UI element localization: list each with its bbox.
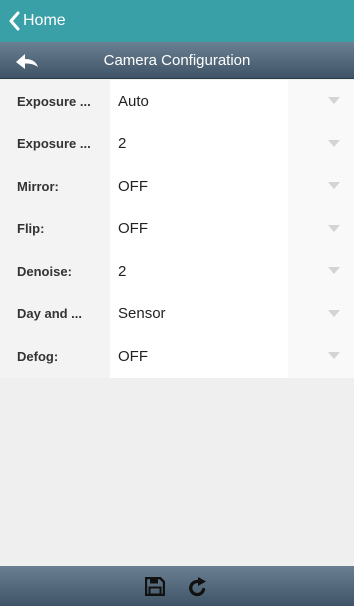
- select-shade: [288, 122, 354, 165]
- setting-label: Exposure ...: [0, 122, 110, 165]
- chevron-down-icon: [328, 309, 340, 317]
- chevron-down-icon: [328, 139, 340, 147]
- home-back-button[interactable]: Home: [0, 0, 66, 42]
- setting-value: OFF: [118, 220, 148, 238]
- save-icon[interactable]: [145, 577, 165, 596]
- setting-label: Mirror:: [0, 165, 110, 208]
- nav-bar: Camera Configuration: [0, 42, 354, 79]
- select-shade: [288, 250, 354, 293]
- bottom-toolbar: [0, 566, 354, 606]
- select-shade: [288, 165, 354, 208]
- setting-value: 2: [118, 262, 127, 280]
- setting-value: OFF: [118, 347, 148, 365]
- select-shade: [288, 207, 354, 250]
- chevron-down-icon: [328, 352, 340, 360]
- select-shade: [288, 292, 354, 335]
- settings-row: Exposure ... 2: [0, 122, 354, 165]
- setting-label: Defog:: [0, 335, 110, 378]
- setting-select[interactable]: OFF: [110, 207, 354, 250]
- select-shade: [288, 335, 354, 378]
- chevron-down-icon: [328, 267, 340, 275]
- setting-value: Auto: [118, 92, 149, 110]
- setting-select[interactable]: 2: [110, 250, 354, 293]
- settings-row: Exposure ... Auto: [0, 80, 354, 123]
- setting-value: Sensor: [118, 305, 166, 323]
- refresh-icon[interactable]: [188, 576, 208, 597]
- setting-label: Flip:: [0, 207, 110, 250]
- top-bar: Home: [0, 0, 354, 42]
- setting-label: Exposure ...: [0, 80, 110, 123]
- settings-row: Flip: OFF: [0, 207, 354, 250]
- chevron-down-icon: [328, 182, 340, 190]
- setting-value: OFF: [118, 177, 148, 195]
- setting-select[interactable]: Auto: [110, 80, 354, 123]
- settings-row: Denoise: 2: [0, 250, 354, 293]
- setting-select[interactable]: Sensor: [110, 292, 354, 335]
- setting-value: 2: [118, 135, 127, 153]
- settings-row: Mirror: OFF: [0, 165, 354, 208]
- settings-row: Day and ... Sensor: [0, 292, 354, 335]
- setting-label: Denoise:: [0, 250, 110, 293]
- page-title: Camera Configuration: [103, 52, 251, 69]
- setting-label: Day and ...: [0, 292, 110, 335]
- select-shade: [288, 80, 354, 123]
- settings-list: Exposure ... Auto Exposure ... 2 Mirror:…: [0, 80, 354, 378]
- setting-select[interactable]: 2: [110, 122, 354, 165]
- chevron-left-icon: [9, 11, 20, 31]
- setting-select[interactable]: OFF: [110, 335, 354, 378]
- home-back-label: Home: [23, 12, 66, 29]
- chevron-down-icon: [328, 97, 340, 105]
- settings-row: Defog: OFF: [0, 335, 354, 378]
- chevron-down-icon: [328, 224, 340, 232]
- setting-select[interactable]: OFF: [110, 165, 354, 208]
